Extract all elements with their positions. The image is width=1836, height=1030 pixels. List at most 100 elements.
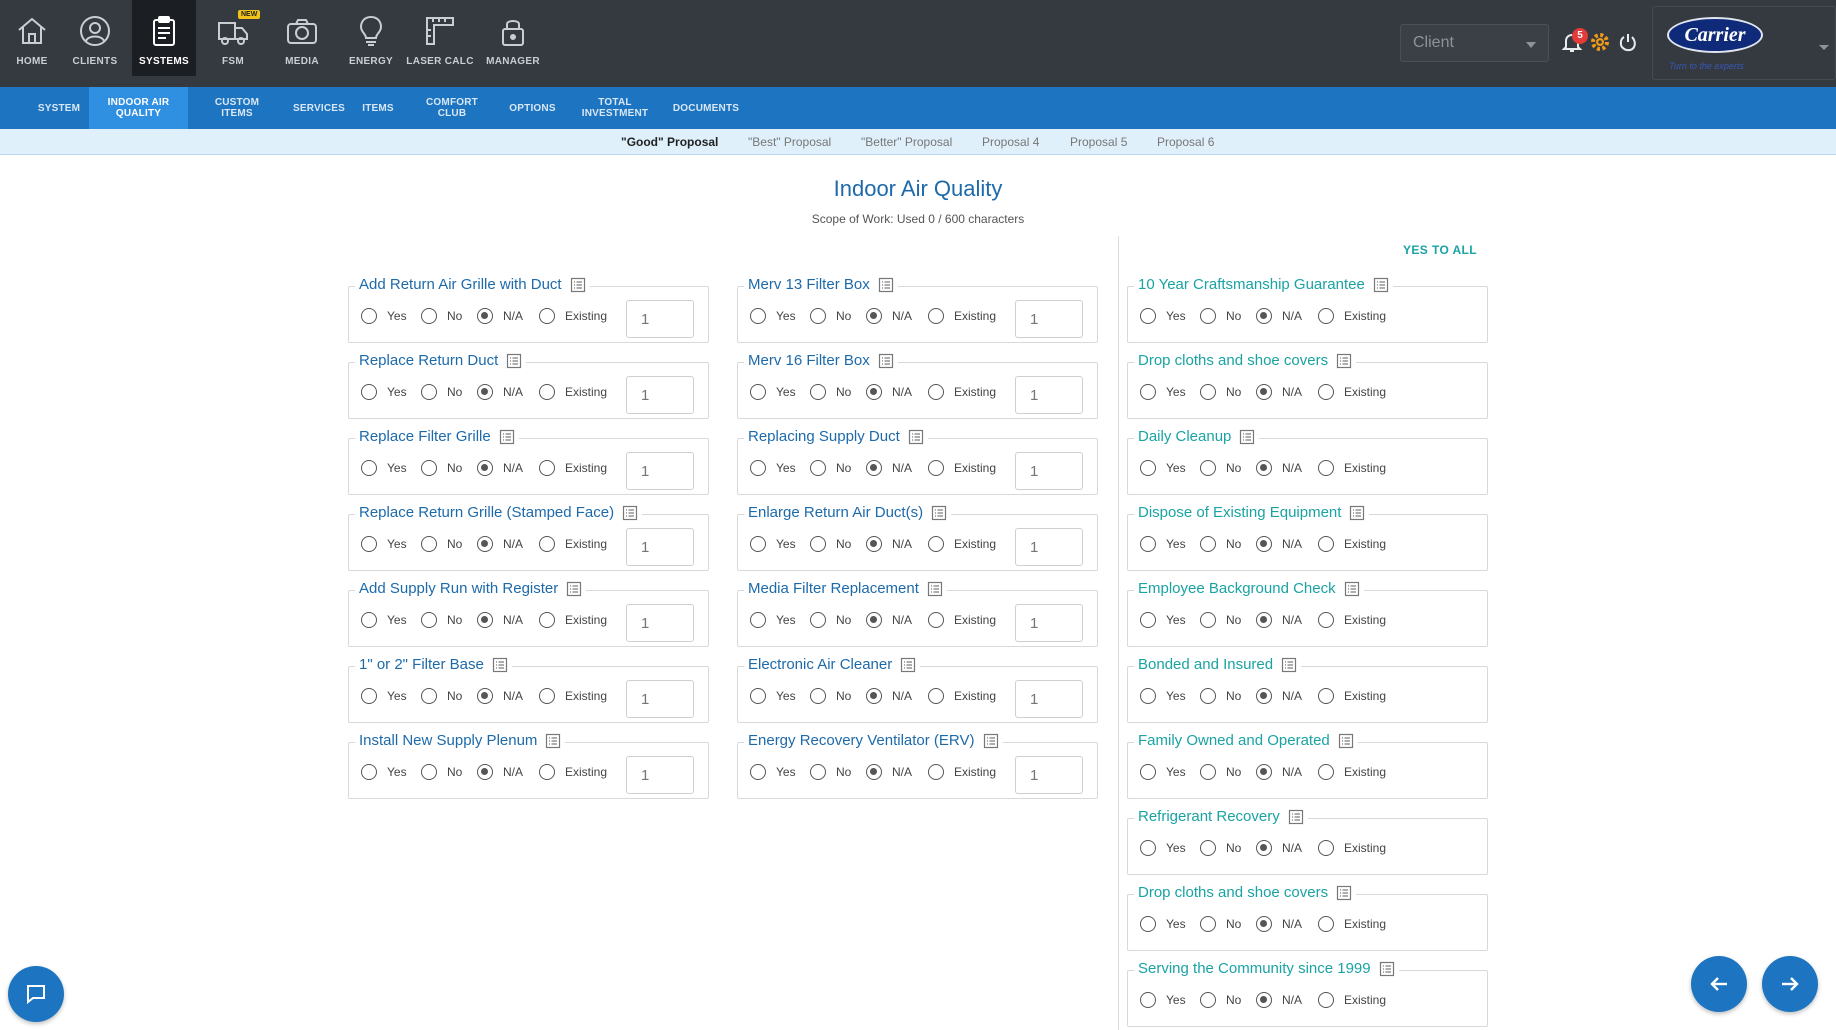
radio-existing[interactable]: Existing xyxy=(928,460,996,476)
radio-yes-circle[interactable] xyxy=(361,308,377,324)
radio-na[interactable]: N/A xyxy=(477,612,539,628)
radio-existing[interactable]: Existing xyxy=(1318,384,1386,400)
radio-no[interactable]: No xyxy=(421,688,477,704)
radio-na-circle[interactable] xyxy=(477,764,493,780)
notes-list-icon[interactable] xyxy=(566,581,582,597)
radio-no-circle[interactable] xyxy=(810,460,826,476)
radio-existing-circle[interactable] xyxy=(928,688,944,704)
radio-na-circle[interactable] xyxy=(1256,460,1272,476)
radio-na-circle[interactable] xyxy=(866,460,882,476)
radio-na[interactable]: N/A xyxy=(477,764,539,780)
radio-existing[interactable]: Existing xyxy=(539,612,607,628)
radio-existing-circle[interactable] xyxy=(539,460,555,476)
radio-existing-circle[interactable] xyxy=(1318,536,1334,552)
radio-existing[interactable]: Existing xyxy=(1318,840,1386,856)
radio-yes[interactable]: Yes xyxy=(1140,384,1200,400)
radio-existing-circle[interactable] xyxy=(1318,384,1334,400)
radio-na-circle[interactable] xyxy=(477,612,493,628)
proposal-better[interactable]: "Better" Proposal xyxy=(861,135,952,149)
radio-existing-circle[interactable] xyxy=(539,688,555,704)
radio-no[interactable]: No xyxy=(421,460,477,476)
radio-yes-circle[interactable] xyxy=(750,612,766,628)
radio-existing[interactable]: Existing xyxy=(539,308,607,324)
quantity-input[interactable] xyxy=(1015,452,1083,490)
nav-laser-calc[interactable]: LASER CALC xyxy=(406,0,473,76)
gear-icon[interactable] xyxy=(1589,31,1611,53)
nav-home[interactable]: HOME xyxy=(0,0,64,76)
radio-na[interactable]: N/A xyxy=(866,384,928,400)
radio-na-circle[interactable] xyxy=(866,536,882,552)
radio-yes-circle[interactable] xyxy=(361,612,377,628)
proposal-6[interactable]: Proposal 6 xyxy=(1157,135,1214,149)
radio-yes-circle[interactable] xyxy=(1140,764,1156,780)
radio-no-circle[interactable] xyxy=(1200,460,1216,476)
radio-yes-circle[interactable] xyxy=(1140,688,1156,704)
radio-yes-circle[interactable] xyxy=(1140,916,1156,932)
previous-button[interactable] xyxy=(1691,956,1747,1012)
radio-existing[interactable]: Existing xyxy=(539,536,607,552)
radio-yes[interactable]: Yes xyxy=(361,688,421,704)
radio-yes[interactable]: Yes xyxy=(361,308,421,324)
notes-list-icon[interactable] xyxy=(1281,657,1297,673)
radio-yes[interactable]: Yes xyxy=(1140,612,1200,628)
radio-yes[interactable]: Yes xyxy=(361,536,421,552)
radio-existing-circle[interactable] xyxy=(928,764,944,780)
radio-no-circle[interactable] xyxy=(810,764,826,780)
radio-yes[interactable]: Yes xyxy=(361,764,421,780)
notes-list-icon[interactable] xyxy=(900,657,916,673)
radio-na-circle[interactable] xyxy=(1256,384,1272,400)
radio-no[interactable]: No xyxy=(810,764,866,780)
radio-existing-circle[interactable] xyxy=(1318,688,1334,704)
notes-list-icon[interactable] xyxy=(1373,277,1389,293)
radio-na-circle[interactable] xyxy=(866,612,882,628)
radio-no[interactable]: No xyxy=(421,308,477,324)
radio-yes-circle[interactable] xyxy=(1140,308,1156,324)
radio-no[interactable]: No xyxy=(421,384,477,400)
notes-list-icon[interactable] xyxy=(983,733,999,749)
notes-list-icon[interactable] xyxy=(622,505,638,521)
radio-yes[interactable]: Yes xyxy=(1140,764,1200,780)
tab-system[interactable]: SYSTEM xyxy=(29,87,89,129)
nav-systems[interactable]: SYSTEMS xyxy=(132,0,196,76)
quantity-input[interactable] xyxy=(1015,528,1083,566)
radio-existing-circle[interactable] xyxy=(1318,612,1334,628)
proposal-4[interactable]: Proposal 4 xyxy=(982,135,1039,149)
radio-no-circle[interactable] xyxy=(1200,536,1216,552)
radio-na[interactable]: N/A xyxy=(1256,916,1318,932)
notes-list-icon[interactable] xyxy=(1288,809,1304,825)
radio-na[interactable]: N/A xyxy=(477,688,539,704)
radio-yes-circle[interactable] xyxy=(1140,384,1156,400)
nav-manager[interactable]: MANAGER xyxy=(481,0,545,76)
radio-na[interactable]: N/A xyxy=(477,536,539,552)
radio-existing[interactable]: Existing xyxy=(928,384,996,400)
radio-na-circle[interactable] xyxy=(1256,992,1272,1008)
radio-yes[interactable]: Yes xyxy=(750,308,810,324)
radio-no[interactable]: No xyxy=(810,536,866,552)
radio-na[interactable]: N/A xyxy=(1256,840,1318,856)
radio-na-circle[interactable] xyxy=(1256,308,1272,324)
radio-no-circle[interactable] xyxy=(1200,764,1216,780)
quantity-input[interactable] xyxy=(626,376,694,414)
radio-yes[interactable]: Yes xyxy=(1140,840,1200,856)
proposal-best[interactable]: "Best" Proposal xyxy=(748,135,831,149)
tab-documents[interactable]: DOCUMENTS xyxy=(667,87,745,129)
radio-existing-circle[interactable] xyxy=(1318,992,1334,1008)
radio-na[interactable]: N/A xyxy=(1256,308,1318,324)
radio-yes[interactable]: Yes xyxy=(1140,308,1200,324)
yes-to-all-button[interactable]: YES TO ALL xyxy=(1403,243,1477,257)
radio-no-circle[interactable] xyxy=(421,536,437,552)
radio-yes[interactable]: Yes xyxy=(1140,992,1200,1008)
radio-existing-circle[interactable] xyxy=(1318,308,1334,324)
radio-no-circle[interactable] xyxy=(421,384,437,400)
notes-list-icon[interactable] xyxy=(1379,961,1395,977)
radio-existing-circle[interactable] xyxy=(539,612,555,628)
radio-no-circle[interactable] xyxy=(810,384,826,400)
quantity-input[interactable] xyxy=(626,528,694,566)
radio-na-circle[interactable] xyxy=(477,460,493,476)
radio-no-circle[interactable] xyxy=(421,688,437,704)
radio-yes-circle[interactable] xyxy=(750,308,766,324)
radio-existing[interactable]: Existing xyxy=(539,460,607,476)
radio-no-circle[interactable] xyxy=(1200,916,1216,932)
notes-list-icon[interactable] xyxy=(878,353,894,369)
quantity-input[interactable] xyxy=(626,604,694,642)
